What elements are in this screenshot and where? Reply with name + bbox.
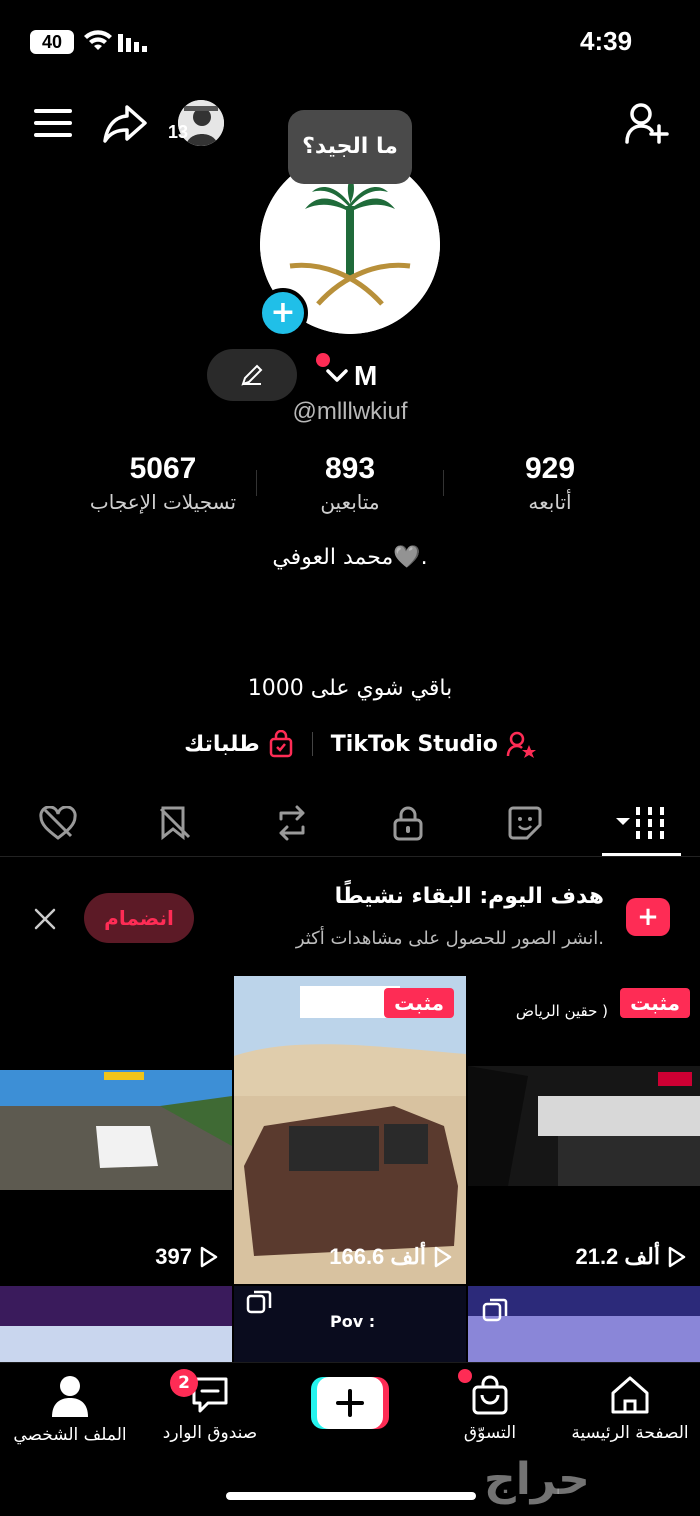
add-story-button[interactable]: + — [258, 288, 308, 338]
nav-inbox-label: صندوق الوارد — [162, 1423, 258, 1443]
nav-shop[interactable]: التسوّق — [420, 1369, 560, 1443]
stat-followers-label: متابعين — [320, 490, 380, 514]
video-thumbnail[interactable] — [0, 1286, 232, 1362]
video-thumbnail[interactable]: مثبت حقين الرياض ) 21.2 ألف — [468, 976, 700, 1284]
repost-icon — [279, 805, 305, 841]
heart-hidden-icon — [39, 806, 77, 840]
video-grid: مثبت حقين الرياض ) 21.2 ألف مثبت 166.6 أ… — [0, 976, 700, 1362]
stat-likes-value: 5067 — [129, 452, 197, 485]
stat-following-value: 929 — [524, 452, 576, 485]
stat-followers[interactable]: 893 متابعين — [270, 452, 430, 514]
bookmark-hidden-icon — [159, 806, 191, 841]
creator-star-icon — [506, 731, 536, 758]
video-caption: حقين الرياض ) — [515, 1002, 608, 1020]
wifi-icon — [84, 30, 112, 56]
stat-following-label: أتابعه — [528, 490, 572, 514]
stat-divider — [256, 470, 257, 496]
menu-icon[interactable] — [30, 100, 76, 146]
plus-icon — [311, 1377, 389, 1429]
tiktok-studio-label: TikTok Studio — [330, 731, 498, 757]
profile-tabs — [0, 790, 700, 856]
shop-dot — [458, 1369, 472, 1383]
tabs-divider — [0, 856, 700, 857]
tab-stickers[interactable] — [467, 790, 584, 856]
play-icon — [200, 1246, 218, 1268]
nav-home[interactable]: الصفحة الرئيسية — [560, 1375, 700, 1443]
stat-likes-label: تسجيلات الإعجاب — [89, 490, 237, 514]
photo-carousel-icon — [246, 1290, 272, 1320]
tiktok-studio-link[interactable]: TikTok Studio — [331, 730, 536, 758]
join-button[interactable]: انضمام — [84, 893, 194, 943]
nav-profile-label: الملف الشخصي — [13, 1425, 127, 1445]
shopping-bag-icon — [269, 730, 293, 758]
video-thumbnail[interactable]: Pov : — [234, 1286, 466, 1362]
pinned-badge: مثبت — [620, 988, 690, 1018]
bio-text-line2: باقي شوي على 1000 — [247, 676, 453, 701]
video-thumbnail[interactable]: مثبت 166.6 ألف — [234, 976, 466, 1284]
username: @mlllwkiuf — [292, 398, 408, 425]
edit-profile-button[interactable] — [207, 349, 297, 401]
shopping-bag-icon — [472, 1375, 508, 1415]
pencil-icon — [241, 364, 263, 386]
view-count: 166.6 ألف — [329, 1244, 452, 1270]
view-count-value: 21.2 ألف — [575, 1244, 660, 1269]
stat-likes[interactable]: 5067 تسجيلات الإعجاب — [60, 452, 266, 514]
display-name: M — [354, 360, 378, 391]
video-thumbnail[interactable] — [468, 1286, 700, 1362]
video-thumbnail[interactable]: 397 — [0, 976, 232, 1284]
account-notification-count: 13 — [168, 122, 189, 142]
stat-following[interactable]: 929 أتابعه — [460, 452, 640, 514]
nav-shop-label: التسوّق — [463, 1423, 517, 1443]
play-icon — [668, 1246, 686, 1268]
video-caption: Pov : — [330, 1312, 376, 1331]
signal-icon — [118, 32, 150, 56]
share-icon[interactable] — [102, 100, 148, 146]
status-time: 4:39 — [580, 26, 633, 56]
close-icon[interactable] — [30, 904, 60, 934]
view-count: 21.2 ألف — [575, 1244, 686, 1270]
nav-home-label: الصفحة الرئيسية — [571, 1423, 689, 1443]
tab-videos[interactable] — [583, 790, 700, 856]
battery-indicator: 40 — [30, 30, 74, 54]
home-indicator[interactable] — [226, 1492, 476, 1500]
profile-links: طلباتك TikTok Studio — [150, 724, 570, 764]
add-photo-icon: + — [626, 898, 670, 936]
view-count: 397 — [155, 1244, 218, 1270]
view-count-value: 166.6 ألف — [329, 1244, 426, 1269]
goal-subtitle: انشر الصور للحصول على مشاهدات أكثر. — [295, 928, 604, 949]
grid-dropdown-icon — [615, 807, 664, 839]
tab-favorites[interactable] — [117, 790, 234, 856]
create-button[interactable] — [311, 1377, 389, 1429]
person-icon — [52, 1376, 88, 1417]
whats-good-tooltip[interactable]: ما الجيد؟ — [288, 110, 412, 184]
chevron-down-icon — [326, 369, 348, 382]
add-friend-icon[interactable] — [624, 100, 670, 146]
nav-inbox[interactable]: صندوق الوارد 2 — [140, 1369, 280, 1443]
stat-followers-value: 893 — [324, 452, 376, 485]
nav-profile[interactable]: الملف الشخصي — [0, 1375, 140, 1445]
photo-carousel-icon — [482, 1298, 508, 1328]
tab-private[interactable] — [350, 790, 467, 856]
bio-text: محمد العوفي🩶. — [272, 545, 428, 570]
tab-reposts[interactable] — [233, 790, 350, 856]
stat-divider — [443, 470, 444, 496]
sticker-icon — [508, 806, 542, 840]
play-icon — [434, 1246, 452, 1268]
account-switcher[interactable]: M — [326, 356, 377, 396]
view-count-value: 397 — [155, 1244, 192, 1269]
link-divider — [311, 732, 313, 756]
goal-title: هدف اليوم: البقاء نشيطًا — [334, 884, 604, 909]
tab-liked[interactable] — [0, 790, 117, 856]
orders-link[interactable]: طلباتك — [184, 730, 294, 758]
watermark: حراج — [484, 1454, 590, 1505]
orders-label: طلباتك — [184, 731, 260, 757]
inbox-badge: 2 — [170, 1369, 198, 1397]
pinned-badge: مثبت — [384, 988, 454, 1018]
home-icon — [611, 1376, 649, 1414]
lock-icon — [393, 806, 423, 841]
